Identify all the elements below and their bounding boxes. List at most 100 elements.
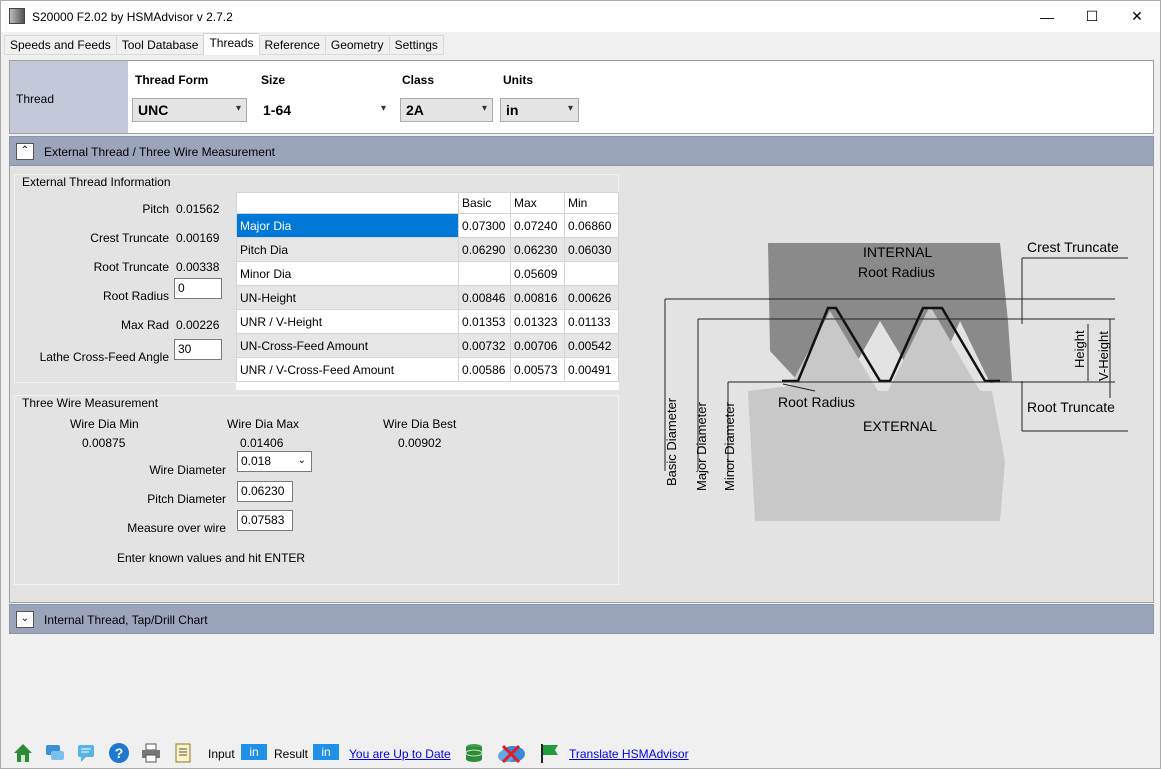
internal-thread-section-header[interactable]: ⌄ Internal Thread, Tap/Drill Chart <box>9 604 1154 634</box>
external-thread-body: External Thread Information Pitch 0.0156… <box>9 166 1154 603</box>
thread-label-box: Thread <box>10 61 128 133</box>
input-units-label: Input <box>208 747 235 761</box>
row-name: UNR / V-Cross-Feed Amount <box>235 357 460 382</box>
class-value: 2A <box>406 102 424 118</box>
wire-dia-min-label: Wire Dia Min <box>70 417 139 431</box>
collapse-icon[interactable]: ⌃ <box>16 143 34 160</box>
result-units-label: Result <box>274 747 309 761</box>
row-basic: 0.00846 <box>458 285 512 310</box>
tab-geometry[interactable]: Geometry <box>324 35 389 55</box>
table-row[interactable]: Minor Dia 0.05609 <box>235 261 619 286</box>
window-title: S20000 F2.02 by HSMAdvisor v 2.7.2 <box>32 10 233 24</box>
table-header-row: Basic Max Min <box>235 192 619 214</box>
root-radius-input[interactable]: 0 <box>174 278 222 299</box>
row-min: 0.00491 <box>564 357 619 382</box>
app-icon <box>9 8 25 24</box>
row-basic: 0.01353 <box>458 309 512 334</box>
table-row[interactable]: UN-Cross-Feed Amount 0.00732 0.00706 0.0… <box>235 333 619 358</box>
vheight-text: V-Height <box>1096 331 1111 381</box>
measure-over-wire-input[interactable]: 0.07583 <box>237 510 293 531</box>
units-select[interactable]: in ▾ <box>500 98 579 122</box>
footer-bar: ? Input in Result in You are Up to Date … <box>1 736 1160 769</box>
height-text: Height <box>1072 330 1087 368</box>
flag-icon[interactable] <box>539 742 561 764</box>
maximize-button[interactable]: ☐ <box>1069 1 1115 32</box>
expand-icon[interactable]: ⌄ <box>16 611 34 628</box>
tab-threads[interactable]: Threads <box>203 33 259 55</box>
row-basic: 0.06290 <box>458 237 512 262</box>
table-row[interactable]: UN-Height 0.00846 0.00816 0.00626 <box>235 285 619 310</box>
comment-icon[interactable] <box>75 742 97 764</box>
root-radius-text: Root Radius <box>778 394 855 410</box>
class-select[interactable]: 2A ▾ <box>400 98 493 122</box>
row-max: 0.05609 <box>510 261 565 286</box>
table-row[interactable]: Major Dia 0.07300 0.07240 0.06860 <box>235 213 619 238</box>
app-window: S20000 F2.02 by HSMAdvisor v 2.7.2 — ☐ ✕… <box>0 0 1161 769</box>
main-tabs: Speeds and Feeds Tool Database Threads R… <box>4 33 444 55</box>
minor-diameter-text: Minor Diameter <box>722 401 737 491</box>
tab-settings[interactable]: Settings <box>388 35 444 55</box>
table-row[interactable]: Pitch Dia 0.06290 0.06230 0.06030 <box>235 237 619 262</box>
table-header <box>235 192 460 214</box>
size-label: Size <box>261 73 286 87</box>
root-radius-top-text: Root Radius <box>858 264 935 280</box>
row-min: 0.00542 <box>564 333 619 358</box>
wire-dia-min-value: 0.00875 <box>82 436 126 450</box>
pitch-diameter-input[interactable]: 0.06230 <box>237 481 293 502</box>
translate-link[interactable]: Translate HSMAdvisor <box>569 747 689 761</box>
row-min: 0.06860 <box>564 213 619 238</box>
root-radius-label: Root Radius <box>102 289 169 303</box>
basic-diameter-text: Basic Diameter <box>664 397 679 486</box>
cloud-sync-off-icon[interactable] <box>495 742 527 764</box>
row-min: 0.00626 <box>564 285 619 310</box>
row-basic <box>458 261 512 286</box>
update-status-link[interactable]: You are Up to Date <box>349 747 451 761</box>
units-label: Units <box>503 73 533 87</box>
thread-diagram: Root Truncate Crest Truncate INTERNAL Ro… <box>664 239 1128 521</box>
minimize-button[interactable]: — <box>1024 1 1070 32</box>
row-min <box>564 261 619 286</box>
result-units-badge[interactable]: in <box>313 744 339 760</box>
wire-diameter-select[interactable]: 0.018 ⌄ <box>237 451 312 472</box>
crest-truncate-label: Crest Truncate <box>90 231 169 245</box>
wire-diameter-value: 0.018 <box>241 454 272 468</box>
tab-tool-database[interactable]: Tool Database <box>115 35 204 55</box>
external-section-title: External Thread / Three Wire Measurement <box>44 145 275 159</box>
chat-icon[interactable] <box>44 742 66 764</box>
row-max: 0.07240 <box>510 213 565 238</box>
wire-dia-max-label: Wire Dia Max <box>227 417 300 431</box>
cross-feed-angle-input[interactable]: 30 <box>174 339 222 360</box>
tab-speeds-and-feeds[interactable]: Speeds and Feeds <box>4 35 116 55</box>
cross-feed-angle-label: Lathe Cross-Feed Angle <box>39 350 169 364</box>
help-icon[interactable]: ? <box>108 742 130 764</box>
thread-form-select[interactable]: UNC ▾ <box>132 98 247 122</box>
external-thread-section-header[interactable]: ⌃ External Thread / Three Wire Measureme… <box>9 136 1154 166</box>
table-filler-row <box>236 381 619 390</box>
print-icon[interactable] <box>140 742 162 764</box>
three-wire-title: Three Wire Measurement <box>22 396 159 410</box>
row-name: Major Dia <box>235 213 460 238</box>
tab-reference[interactable]: Reference <box>258 35 325 55</box>
external-label: EXTERNAL <box>863 418 937 434</box>
size-select[interactable]: 1-64 ▾ <box>257 98 392 122</box>
wire-dia-best-label: Wire Dia Best <box>383 417 457 431</box>
pitch-diameter-label: Pitch Diameter <box>147 492 226 506</box>
home-icon[interactable] <box>12 742 34 764</box>
class-label: Class <box>402 73 435 87</box>
row-basic: 0.07300 <box>458 213 512 238</box>
table-row[interactable]: UNR / V-Cross-Feed Amount 0.00586 0.0057… <box>235 357 619 382</box>
database-icon[interactable] <box>463 742 485 764</box>
root-truncate-text: Root Truncate <box>1027 399 1115 415</box>
crest-truncate-value: 0.00169 <box>176 231 220 245</box>
table-row[interactable]: UNR / V-Height 0.01353 0.01323 0.01133 <box>235 309 619 334</box>
three-wire-group: Three Wire Measurement Wire Dia Min 0.00… <box>14 395 619 585</box>
input-units-badge[interactable]: in <box>241 744 267 760</box>
wire-diameter-label: Wire Diameter <box>149 463 226 477</box>
size-value: 1-64 <box>263 102 292 118</box>
close-button[interactable]: ✕ <box>1114 1 1160 32</box>
wire-dia-best-value: 0.00902 <box>398 436 442 450</box>
internal-section-title: Internal Thread, Tap/Drill Chart <box>44 613 208 627</box>
pitch-value: 0.01562 <box>176 202 220 216</box>
notes-icon[interactable] <box>172 742 194 764</box>
hint-text: Enter known values and hit ENTER <box>117 551 306 565</box>
